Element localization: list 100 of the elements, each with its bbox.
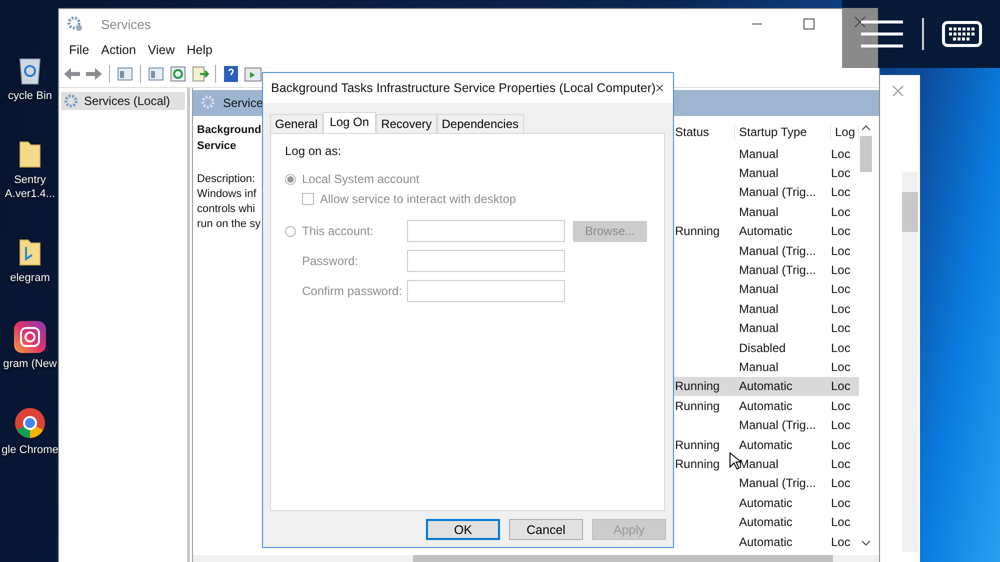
table-cell-text: Manual (738, 204, 778, 219)
table-row[interactable]: Manual Loc (671, 299, 859, 319)
folder-icon[interactable] (18, 139, 42, 169)
table-cell-text: Automatic (738, 398, 792, 413)
table-cell-text: Running (674, 398, 720, 413)
table-row[interactable]: Manual (Trig... Loc (671, 240, 859, 260)
menu-item[interactable]: File (63, 43, 96, 57)
radio-label: Local System account (302, 172, 420, 186)
back-arrow-icon[interactable] (63, 66, 81, 82)
table-cell: Loc (831, 146, 850, 161)
close-icon[interactable] (656, 82, 663, 94)
table-row[interactable]: Running Automatic Loc (671, 396, 859, 416)
table-cell-text: Manual (Trig... (738, 418, 816, 432)
table-row[interactable]: Manual (Trig... Loc (671, 260, 859, 280)
description-text: Windows inf (197, 187, 256, 202)
scrollbar-thumb[interactable] (902, 192, 918, 232)
table-cell: Loc (831, 418, 850, 432)
menu-icon[interactable] (860, 19, 904, 49)
table-cell-text: Running (674, 379, 720, 394)
table-row[interactable]: Manual Loc (671, 318, 859, 338)
browser-icon[interactable] (14, 407, 46, 439)
chevron-down-icon[interactable] (861, 539, 871, 547)
desktop-icon-label[interactable]: cycle Bin (1, 89, 59, 103)
checkbox-label: Allow service to interact with desktop (320, 192, 516, 206)
table-cell-text: Automatic (738, 224, 792, 238)
dialog-button[interactable]: Cancel (509, 519, 583, 540)
table-cell-text: Running (674, 456, 720, 471)
table-cell: Loc (831, 515, 850, 530)
table-cell-text: Manual (738, 302, 778, 316)
table-row[interactable]: Manual Loc (671, 280, 859, 300)
dialog-button[interactable]: OK (426, 519, 500, 540)
menu-item[interactable]: View (142, 43, 181, 57)
table-row[interactable]: Disabled Loc (671, 338, 859, 358)
table-row[interactable]: Automatic Loc (671, 493, 859, 512)
table-cell: Loc (831, 456, 850, 471)
table-row[interactable]: Manual (Trig... Loc (671, 474, 859, 494)
table-row[interactable]: Automatic Loc (671, 532, 859, 552)
desktop-icon-label[interactable]: gle Chrome (1, 443, 59, 457)
table-cell-text: Automatic (738, 438, 792, 452)
keyboard-icon[interactable] (942, 21, 982, 47)
table-cell: Loc (831, 398, 850, 413)
field-label: Password: (301, 254, 360, 268)
maximize-icon[interactable] (803, 18, 815, 30)
table-cell: Loc (831, 166, 850, 180)
close-icon[interactable] (854, 16, 866, 28)
table-cell-text: Manual (Trig... (738, 185, 816, 200)
table-cell: Loc (831, 302, 850, 316)
table-row[interactable]: Manual Loc (671, 163, 859, 183)
table-row[interactable]: Running Automatic Loc (671, 434, 859, 454)
camera-app-icon[interactable] (14, 321, 46, 353)
pane-title: Service (223, 96, 264, 110)
tab[interactable]: Dependencies (436, 114, 524, 133)
desktop-icon-label[interactable]: gram (New (1, 357, 59, 371)
table-row[interactable]: Running Manual Loc (671, 454, 859, 474)
scrollbar-thumb[interactable] (860, 136, 872, 172)
table-cell: Loc (831, 204, 850, 219)
desktop-icon-label[interactable]: elegram (1, 271, 59, 285)
close-button[interactable] (842, 8, 878, 68)
table-cell: Loc (831, 263, 850, 278)
table-row[interactable]: Running Automatic Loc (671, 222, 859, 241)
table-row[interactable]: Manual (Trig... Loc (671, 182, 859, 202)
tab[interactable]: Recovery (376, 114, 437, 133)
export-icon[interactable] (191, 66, 209, 82)
table-row[interactable]: Manual Loc (671, 202, 859, 222)
table-row[interactable]: Running Automatic Loc (671, 376, 859, 396)
column-header[interactable]: Startup Type (735, 125, 831, 139)
table-cell: Loc (831, 379, 850, 394)
table-row[interactable]: Automatic Loc (671, 512, 859, 532)
play-icon[interactable] (244, 66, 262, 82)
properties-icon[interactable] (147, 66, 165, 82)
help-icon[interactable] (222, 66, 240, 82)
table-cell-text: Manual (738, 146, 778, 161)
table-cell: Loc (831, 496, 850, 510)
table-cell: Loc (831, 244, 850, 258)
tab[interactable]: Log On (322, 112, 376, 133)
window-title: Services (101, 16, 151, 32)
table-cell-text: Automatic (738, 515, 792, 530)
tab[interactable]: General (270, 114, 323, 133)
table-cell: Loc (831, 224, 850, 238)
folder-icon[interactable] (18, 237, 42, 267)
table-row[interactable]: Manual (Trig... Loc (671, 415, 859, 435)
description-label: Description: (197, 172, 256, 187)
gear-icon (67, 16, 83, 32)
console-tree-icon[interactable] (116, 66, 134, 82)
chevron-up-icon[interactable] (861, 124, 871, 132)
menu-item[interactable]: Help (180, 43, 218, 57)
gear-icon (201, 95, 217, 111)
table-cell: Loc (831, 438, 850, 452)
table-cell-text: Manual (Trig... (738, 476, 816, 490)
table-row[interactable]: Manual Loc (671, 357, 859, 377)
table-cell: Loc (831, 185, 850, 200)
tree-item[interactable]: Services (Local) (61, 92, 185, 110)
table-cell: Loc (831, 321, 850, 336)
table-cell: Loc (831, 534, 850, 548)
refresh-icon[interactable] (169, 66, 187, 82)
forward-arrow-icon[interactable] (85, 66, 103, 82)
desktop-icon-label[interactable]: Sentry A.ver1.4... (1, 173, 59, 201)
menu-item[interactable]: Action (95, 43, 142, 57)
table-row[interactable]: Manual Loc (671, 144, 859, 164)
section-label: Log on as: (285, 144, 342, 158)
